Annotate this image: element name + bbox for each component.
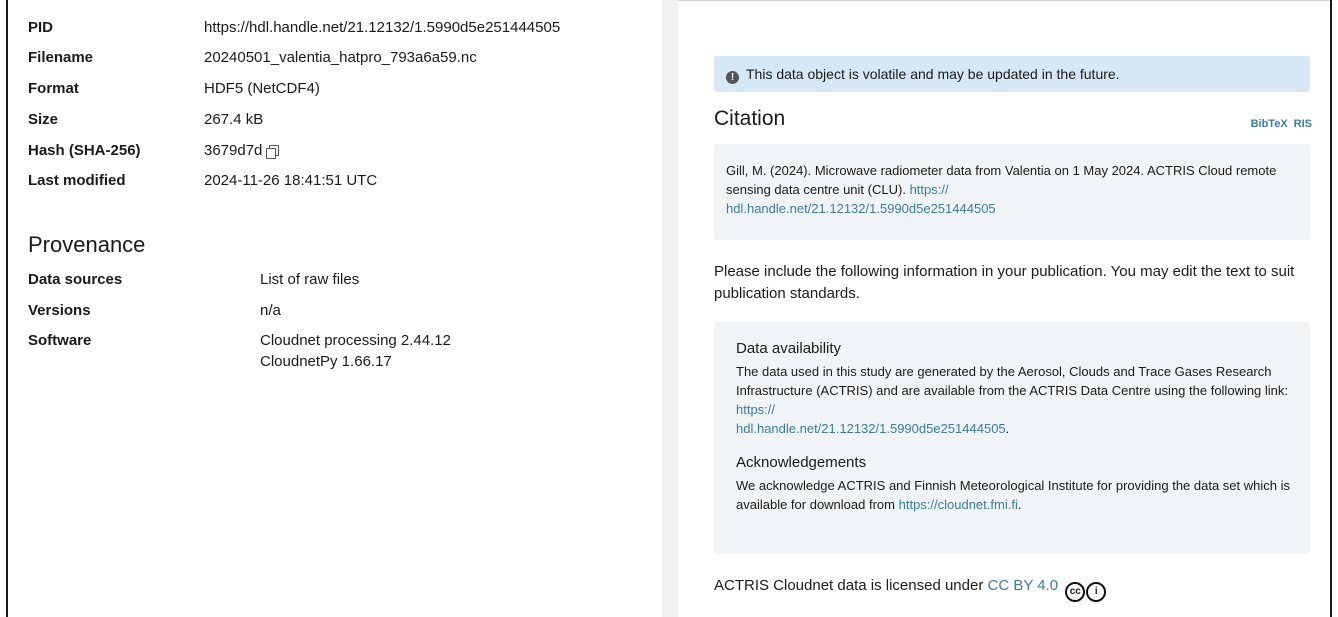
notice-text: This data object is volatile and may be … [746,66,1120,82]
include-instructions: Please include the following information… [714,263,1295,302]
acknowledgement-box: Data availability The data used in this … [714,322,1310,554]
acknowledgements-text: We acknowledge ACTRIS and Finnish Meteor… [736,478,1290,512]
data-availability-link-part1[interactable]: https:// [736,402,775,417]
cc-icon: cc [1065,582,1086,602]
raw-files-link[interactable]: List of raw files [260,270,359,290]
software-label: Software [28,332,92,349]
data-availability-heading: Data availability [736,340,842,357]
panel-gutter [662,0,678,617]
volatile-notice: ! This data object is volatile and may be… [714,56,1310,92]
info-icon: ! [726,71,739,84]
software-link-cloudnetpy[interactable]: CloudnetPy 1.66.17 [260,352,392,372]
data-sources-label: Data sources [28,271,123,288]
size-value: 267.4 kB [204,111,264,128]
format-label: Format [28,80,79,97]
citation-box: Gill, M. (2024). Microwave radiometer da… [714,144,1310,240]
cloudnet-link[interactable]: https://cloudnet.fmi.fi [899,497,1018,512]
last-modified-value: 2024-11-26 18:41:51 UTC [204,172,378,189]
pid-label: PID [28,19,54,36]
license-line: ACTRIS Cloudnet data is licensed under C… [714,574,1107,602]
citation-formats: BibTeX RIS [1245,118,1312,130]
copy-icon[interactable] [266,145,280,159]
by-icon: i [1086,582,1107,602]
bibtex-link[interactable]: BibTeX [1251,118,1288,130]
license-link[interactable]: CC BY 4.0 [987,577,1058,594]
versions-value: n/a [260,302,281,319]
ris-link[interactable]: RIS [1294,118,1312,130]
data-availability-link-part2[interactable]: hdl.handle.net/21.12132/1.5990d5e2514445… [736,421,1006,436]
software-link-cloudnet-processing[interactable]: Cloudnet processing 2.44.12 [260,331,451,351]
size-label: Size [28,111,59,128]
versions-label: Versions [28,302,91,319]
pid-link[interactable]: https://hdl.handle.net/21.12132/1.5990d5… [204,18,560,38]
hash-value: 3679d7d [204,142,263,159]
citation-link-part1[interactable]: https:// [910,182,949,197]
format-value: HDF5 (NetCDF4) [204,80,320,97]
citation-link-part2[interactable]: hdl.handle.net/21.12132/1.5990d5e2514445… [726,201,996,216]
provenance-heading: Provenance [28,232,146,257]
acknowledgements-heading: Acknowledgements [736,454,867,471]
data-availability-text: The data used in this study are generate… [736,364,1289,436]
citation-text: Gill, M. (2024). Microwave radiometer da… [726,163,1277,197]
hash-label: Hash (SHA-256) [28,142,141,159]
filename-label: Filename [28,49,94,66]
file-details-panel: PID https://hdl.handle.net/21.12132/1.59… [8,0,662,617]
citation-heading: Citation [714,107,786,130]
last-modified-label: Last modified [28,172,126,189]
citation-panel: ! This data object is volatile and may be… [678,0,1330,617]
filename-value: 20240501_valentia_hatpro_793a6a59.nc [204,49,477,66]
license-text: ACTRIS Cloudnet data is licensed under [714,577,984,594]
